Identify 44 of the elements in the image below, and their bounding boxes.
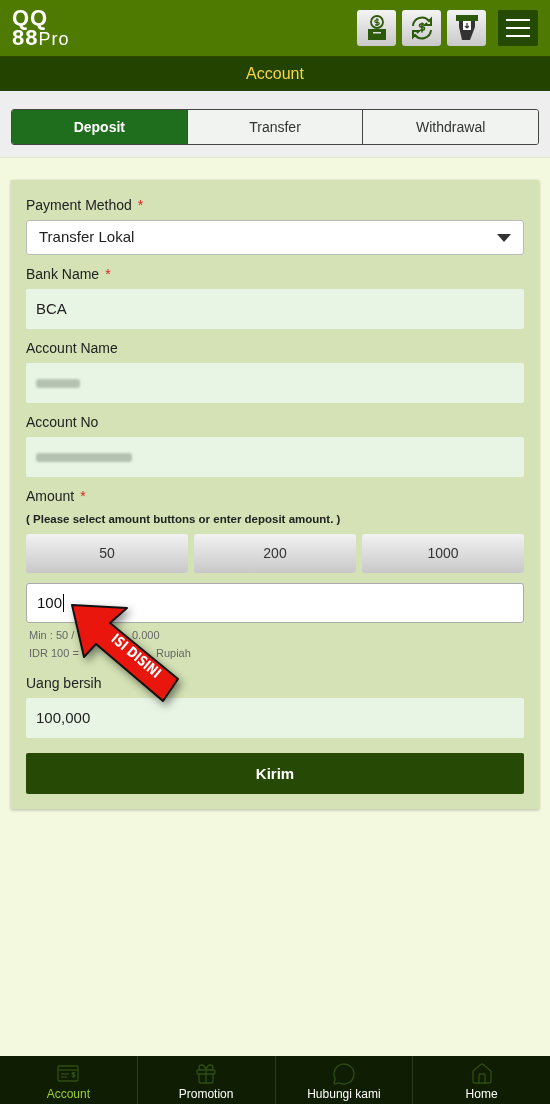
- field-label: Bank Name: [26, 265, 100, 283]
- amount-button[interactable]: 200: [194, 534, 356, 574]
- logo[interactable]: QQ 88Pro: [12, 7, 70, 49]
- required-mark: *: [137, 196, 144, 214]
- amount-note: IDR 100 =: [29, 647, 79, 660]
- masked-field[interactable]: [26, 363, 524, 403]
- amount-hint: ( Please select amount buttons or enter deposit amount. ): [26, 512, 342, 527]
- exchange-button[interactable]: [402, 10, 441, 46]
- masked-field[interactable]: [26, 437, 524, 477]
- required-mark: *: [105, 265, 111, 283]
- amount-input[interactable]: 100: [26, 583, 524, 624]
- tab[interactable]: Withdrawal: [362, 110, 538, 144]
- chat-icon: [331, 1062, 356, 1086]
- masked-value: [36, 378, 80, 388]
- field-label: Amount: [26, 487, 75, 505]
- amount-note: 0.000: [132, 629, 160, 642]
- menu-button[interactable]: [498, 10, 538, 46]
- payment-method-select[interactable]: Transfer Lokal: [26, 220, 524, 255]
- submit-button[interactable]: Kirim: [26, 753, 524, 795]
- dropdown-caret-icon: [497, 233, 511, 242]
- tab[interactable]: Transfer: [186, 110, 363, 144]
- page-title: Account: [246, 64, 304, 84]
- field-label: Account No: [26, 413, 99, 431]
- nav-item[interactable]: Hubungi kami: [274, 1056, 413, 1104]
- field-label: Payment Method: [26, 196, 132, 214]
- amount-note: Min : 50 /: [29, 629, 75, 642]
- net-amount-field: 100,000: [26, 698, 524, 739]
- atm-icon: [454, 14, 479, 42]
- required-mark: *: [80, 487, 86, 505]
- nav-item[interactable]: Home: [412, 1056, 550, 1104]
- withdraw-button[interactable]: [447, 10, 486, 46]
- home-icon: [469, 1062, 494, 1086]
- input-field[interactable]: BCA: [26, 289, 524, 329]
- gift-icon: [194, 1062, 219, 1086]
- nav-item[interactable]: Account: [0, 1056, 137, 1104]
- tab[interactable]: Deposit: [12, 110, 187, 144]
- amount-button[interactable]: 50: [26, 534, 188, 574]
- menu-icon: [506, 19, 530, 37]
- amount-button[interactable]: 1000: [362, 534, 524, 574]
- field-label: Account Name: [26, 339, 118, 357]
- coin-box-icon: [365, 15, 388, 41]
- deposit-button[interactable]: [357, 10, 396, 46]
- field-label: Uang bersih: [26, 674, 102, 693]
- nav-item[interactable]: Promotion: [136, 1056, 275, 1104]
